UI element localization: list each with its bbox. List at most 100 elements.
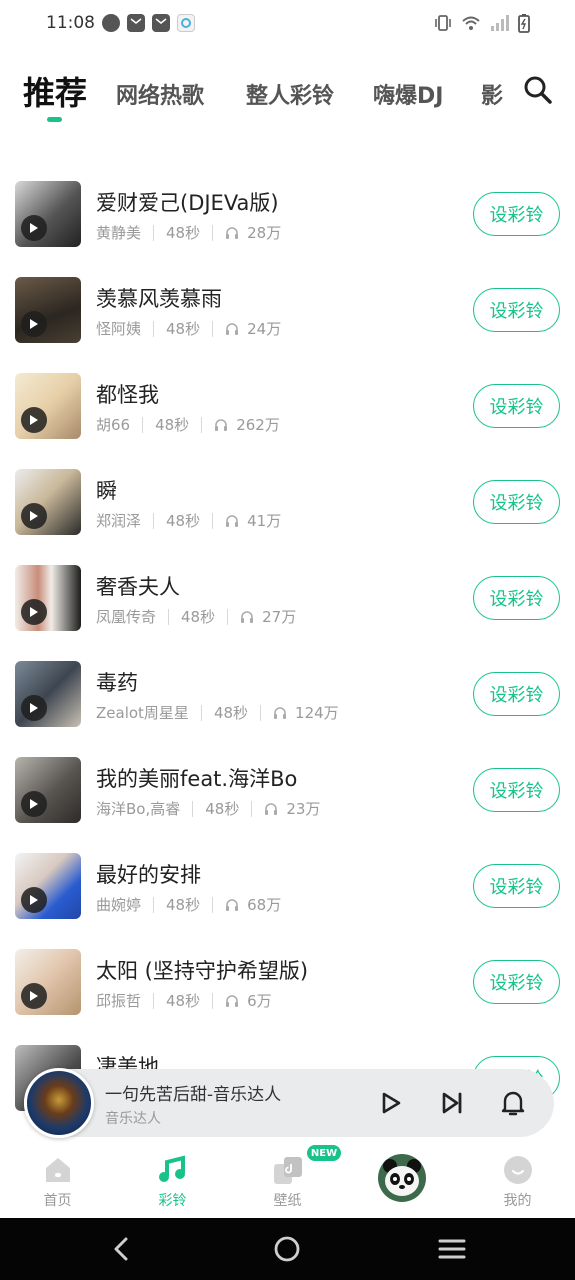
search-icon[interactable] xyxy=(522,74,554,106)
play-icon[interactable] xyxy=(21,791,47,817)
play-icon[interactable] xyxy=(21,599,47,625)
bell-icon[interactable] xyxy=(498,1088,528,1118)
play-icon[interactable] xyxy=(21,311,47,337)
home-circle-icon[interactable] xyxy=(272,1234,302,1264)
headphones-icon xyxy=(241,610,254,623)
panda-avatar[interactable] xyxy=(378,1154,426,1202)
active-tab-indicator xyxy=(47,117,62,122)
song-plays: 124万 xyxy=(295,704,339,722)
play-icon[interactable] xyxy=(21,983,47,1009)
recents-menu-icon[interactable] xyxy=(437,1234,467,1264)
song-title: 太阳 (坚持守护希望版) xyxy=(96,959,309,983)
song-row[interactable]: 瞬 郑润泽 48秒 41万 设彩铃 xyxy=(0,454,575,550)
player-cover[interactable] xyxy=(24,1068,94,1138)
tab-prank-ringtones[interactable]: 整人彩铃 xyxy=(246,78,334,110)
song-plays: 6万 xyxy=(247,992,272,1010)
nav-label: 我的 xyxy=(503,1193,532,1209)
song-cover xyxy=(15,853,81,919)
song-cover xyxy=(15,181,81,247)
song-meta: 曲婉婷 48秒 68万 xyxy=(96,894,281,915)
play-icon[interactable] xyxy=(21,503,47,529)
song-meta: 怪阿姨 48秒 24万 xyxy=(96,318,281,339)
song-row[interactable]: 最好的安排 曲婉婷 48秒 68万 设彩铃 xyxy=(0,838,575,934)
song-plays: 262万 xyxy=(236,416,280,434)
play-icon[interactable] xyxy=(21,695,47,721)
headphones-icon xyxy=(226,322,239,335)
song-meta: 海洋Bo,高睿 48秒 23万 xyxy=(96,798,320,819)
song-row[interactable]: 都怪我 胡66 48秒 262万 设彩铃 xyxy=(0,358,575,454)
song-plays: 68万 xyxy=(247,896,282,914)
nav-item-home[interactable]: 首页 xyxy=(0,1143,115,1218)
song-title: 都怪我 xyxy=(96,383,159,407)
set-ringtone-button[interactable]: 设彩铃 xyxy=(473,960,560,1004)
song-row[interactable]: 爱财爱己(DJEVa版) 黄静美 48秒 28万 设彩铃 xyxy=(0,166,575,262)
tab-dj[interactable]: 嗨爆DJ xyxy=(373,78,443,110)
category-tabs: 推荐 网络热歌 整人彩铃 嗨爆DJ 影 xyxy=(0,66,575,126)
tab-film[interactable]: 影 xyxy=(481,78,503,110)
tab-network-hits[interactable]: 网络热歌 xyxy=(116,78,204,110)
song-row[interactable]: 毒药 Zealot周星星 48秒 124万 设彩铃 xyxy=(0,646,575,742)
song-cover xyxy=(15,277,81,343)
photos-notification-icon xyxy=(177,14,195,32)
set-ringtone-button[interactable]: 设彩铃 xyxy=(473,672,560,716)
song-meta: 黄静美 48秒 28万 xyxy=(96,222,281,243)
song-row[interactable]: 太阳 (坚持守护希望版) 邱振哲 48秒 6万 设彩铃 xyxy=(0,934,575,1030)
song-plays: 24万 xyxy=(247,320,282,338)
play-icon[interactable] xyxy=(21,407,47,433)
song-cover xyxy=(15,469,81,535)
play-icon[interactable] xyxy=(376,1088,406,1118)
song-artist: Zealot周星星 xyxy=(96,704,189,722)
song-artist: 胡66 xyxy=(96,416,131,434)
set-ringtone-button[interactable]: 设彩铃 xyxy=(473,768,560,812)
song-duration: 48秒 xyxy=(166,320,201,338)
song-row[interactable]: 羡慕风羡慕雨 怪阿姨 48秒 24万 设彩铃 xyxy=(0,262,575,358)
song-duration: 48秒 xyxy=(181,608,216,626)
wifi-icon xyxy=(462,16,480,30)
song-artist: 曲婉婷 xyxy=(96,896,142,914)
nav-label: 首页 xyxy=(43,1193,72,1209)
set-ringtone-button[interactable]: 设彩铃 xyxy=(473,480,560,524)
back-icon[interactable] xyxy=(107,1234,137,1264)
nav-label: 彩铃 xyxy=(158,1193,187,1209)
song-duration: 48秒 xyxy=(166,224,201,242)
nav-item-profile[interactable]: 我的 xyxy=(460,1143,575,1218)
mini-player[interactable] xyxy=(24,1069,554,1137)
song-row[interactable]: 奢香夫人 凤凰传奇 48秒 27万 设彩铃 xyxy=(0,550,575,646)
battery-icon xyxy=(518,14,530,33)
headphones-icon xyxy=(226,514,239,527)
song-plays: 28万 xyxy=(247,224,282,242)
song-meta: Zealot周星星 48秒 124万 xyxy=(96,702,339,723)
song-title: 最好的安排 xyxy=(96,863,201,887)
song-row[interactable]: 我的美丽feat.海洋Bo 海洋Bo,高睿 48秒 23万 设彩铃 xyxy=(0,742,575,838)
headphones-icon xyxy=(274,706,287,719)
song-artist: 郑润泽 xyxy=(96,512,142,530)
song-duration: 48秒 xyxy=(166,992,201,1010)
song-cover xyxy=(15,373,81,439)
set-ringtone-button[interactable]: 设彩铃 xyxy=(473,576,560,620)
set-ringtone-button[interactable]: 设彩铃 xyxy=(473,864,560,908)
set-ringtone-button[interactable]: 设彩铃 xyxy=(473,192,560,236)
new-badge: NEW xyxy=(307,1145,341,1161)
system-nav-bar xyxy=(0,1218,575,1280)
song-plays: 23万 xyxy=(286,800,321,818)
headphones-icon xyxy=(226,898,239,911)
song-plays: 41万 xyxy=(247,512,282,530)
tab-recommended[interactable]: 推荐 xyxy=(23,68,87,114)
play-icon[interactable] xyxy=(21,887,47,913)
song-title: 我的美丽feat.海洋Bo xyxy=(96,767,298,791)
song-duration: 48秒 xyxy=(205,800,240,818)
song-duration: 48秒 xyxy=(155,416,190,434)
skip-next-icon[interactable] xyxy=(437,1088,467,1118)
headphones-icon xyxy=(226,994,239,1007)
song-cover xyxy=(15,757,81,823)
song-title: 羡慕风羡慕雨 xyxy=(96,287,222,311)
set-ringtone-button[interactable]: 设彩铃 xyxy=(473,384,560,428)
set-ringtone-button[interactable]: 设彩铃 xyxy=(473,288,560,332)
song-meta: 邱振哲 48秒 6万 xyxy=(96,990,272,1011)
song-plays: 27万 xyxy=(262,608,297,626)
player-title: 一句先苦后甜-音乐达人 xyxy=(105,1085,282,1105)
app-notification-icon xyxy=(102,14,120,32)
play-icon[interactable] xyxy=(21,215,47,241)
song-title: 毒药 xyxy=(96,671,138,695)
nav-item-ringtones[interactable]: 彩铃 xyxy=(115,1143,230,1218)
